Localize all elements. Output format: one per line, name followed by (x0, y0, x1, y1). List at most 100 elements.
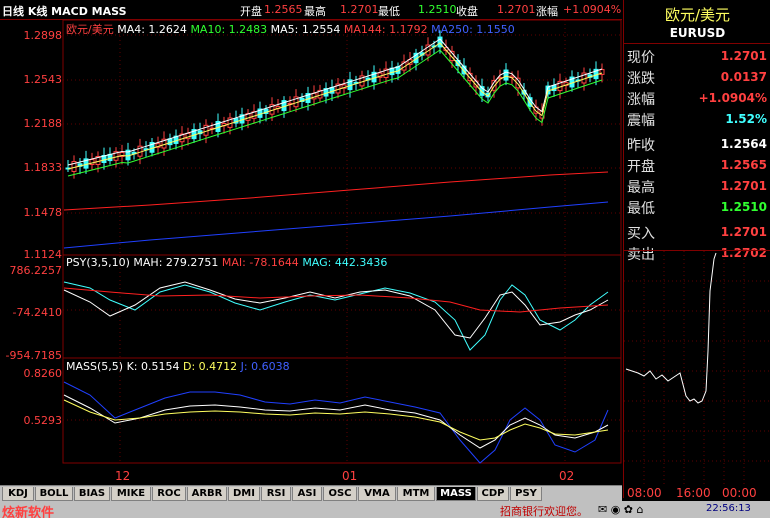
tray-icons: ✉ ◉ ✿ ⌂ (598, 503, 644, 516)
tab-mtm[interactable]: MTM (397, 487, 435, 501)
sidebar-row: 开盘 1.2565 (624, 154, 770, 175)
close-label: 收盘 (456, 5, 478, 18)
tab-asi[interactable]: ASI (292, 487, 322, 501)
status-bar: 炫新软件 招商银行欢迎您。 ✉ ◉ ✿ ⌂ 22:56:13 (0, 501, 770, 518)
tab-kdj[interactable]: KDJ (2, 487, 34, 501)
candle-body (329, 87, 335, 94)
price-tick-5: 1.1124 (23, 248, 63, 261)
open-value: 1.2565 (264, 3, 303, 16)
tab-arbr[interactable]: ARBR (187, 487, 227, 501)
time-label-1: 16:00 (676, 486, 711, 500)
close-value: 1.2701 (497, 3, 536, 16)
tab-psy[interactable]: PSY (510, 487, 542, 501)
tab-roc[interactable]: ROC (152, 487, 186, 501)
price-tick-2: 1.2188 (23, 117, 63, 130)
candlesticks (65, 30, 605, 179)
ma5-legend: MA5: 1.2554 (270, 23, 341, 36)
time-label-0: 08:00 (627, 486, 662, 500)
sidebar-row: 买入 1.2701 (624, 221, 770, 242)
sidebar-row-label: 现价 (627, 50, 655, 66)
intraday-line (625, 252, 717, 404)
psy-mai: MAI: -78.1644 (221, 256, 299, 269)
ma10-line (67, 49, 603, 177)
ma250-line (63, 201, 609, 249)
brand-logo: 炫新软件 (2, 506, 55, 518)
mass-panel-frame (62, 357, 622, 464)
sidebar-row: 昨收 1.2564 (624, 133, 770, 154)
tab-mike[interactable]: MIKE (111, 487, 151, 501)
x-label-jan: 01 (342, 469, 358, 483)
tab-cdp[interactable]: CDP (477, 487, 509, 501)
sidebar-row-value: 1.2510 (720, 200, 767, 214)
tab-dmi[interactable]: DMI (228, 487, 260, 501)
tab-vma[interactable]: VMA (358, 487, 396, 501)
sidebar-row: 涨幅 +1.0904% (624, 87, 770, 108)
psy-tick-1: -74.2410 (12, 306, 62, 319)
x-label-dec: 12 (115, 469, 131, 483)
sidebar-row-value: 1.2701 (720, 179, 767, 193)
sidebar-row-label: 最高 (627, 180, 655, 196)
sidebar-row-label: 涨跌 (627, 71, 655, 87)
indicator-tabs: KDJ BOLL BIAS MIKE ROC ARBR DMI RSI ASI OSC VMA MTM… (0, 485, 622, 501)
sidebar-code: EURUSD (669, 26, 726, 40)
sidebar-title: 欧元/美元 (664, 6, 731, 24)
sidebar-row: 震幅 1.52% (624, 108, 770, 129)
psy-mag: MAG: 442.3436 (302, 256, 388, 269)
price-panel-frame (62, 20, 622, 256)
tab-rsi[interactable]: RSI (261, 487, 291, 501)
marquee-text: 招商银行欢迎您。 (500, 505, 588, 518)
time-label-2: 00:00 (722, 486, 757, 500)
price-tick-1: 1.2543 (23, 73, 63, 86)
sidebar-row: 最高 1.2701 (624, 175, 770, 196)
price-tick-3: 1.1833 (23, 161, 63, 174)
mass-legend: MASS(5,5) K: 0.5154 D: 0.4712 J: 0.6038 (66, 360, 290, 373)
sidebar-row: 最低 1.2510 (624, 196, 770, 217)
sidebar-row-label: 涨幅 (627, 92, 655, 108)
tab-bias[interactable]: BIAS (74, 487, 110, 501)
open-label: 开盘 (240, 5, 262, 18)
tab-mass[interactable]: MASS (436, 487, 476, 501)
chart-header: 日线 K线 MACD MASS 开盘 1.2565 最高 1.2701 最低 1… (0, 0, 622, 20)
sidebar-row-value: 1.52% (725, 112, 767, 126)
psy-tick-0: 786.2257 (9, 264, 63, 277)
mass-j: J: 0.6038 (240, 360, 290, 373)
psy-title: PSY(3,5,10) (66, 256, 130, 269)
sidebar-row: 涨跌 0.0137 (624, 66, 770, 87)
mass-j-line (63, 381, 609, 464)
psy-panel-frame (62, 254, 622, 359)
price-tick-0: 1.2898 (23, 29, 63, 42)
sidebar-row-label: 最低 (627, 201, 655, 217)
low-label: 最低 (378, 5, 400, 18)
price-tick-4: 1.1478 (23, 206, 63, 219)
mass-tick-0: 0.8260 (23, 367, 63, 380)
sidebar-row-value: 1.2565 (720, 158, 767, 172)
high-label: 最高 (304, 5, 326, 18)
sidebar-row-label: 昨收 (627, 138, 655, 154)
ma4-legend: MA4: 1.2624 (117, 23, 187, 36)
psy-legend: PSY(3,5,10) MAH: 279.2751 MAI: -78.1644 … (66, 256, 387, 269)
sidebar-row-label: 开盘 (627, 159, 655, 175)
chart-title: 日线 K线 MACD MASS (2, 5, 127, 18)
ma144-line (63, 171, 609, 211)
sidebar-row-value: 1.2701 (720, 49, 767, 63)
sidebar-row-label: 买入 (627, 226, 655, 242)
chart-canvas[interactable] (0, 20, 622, 485)
ma144-legend: MA144: 1.1792 (343, 23, 428, 36)
change-label: 涨幅 (536, 5, 558, 18)
mass-tick-1: 0.5293 (23, 414, 63, 427)
ma5-line (67, 42, 603, 170)
quote-sidebar: 欧元/美元 EURUSD 现价 1.2701 涨跌 0.0137 涨幅 +1.0904% 震… (623, 0, 770, 500)
sidebar-row-label: 震幅 (627, 113, 655, 129)
psy-mag-line (63, 281, 609, 351)
ma10-legend: MA10: 1.2483 (190, 23, 268, 36)
price-legend: 欧元/美元 MA4: 1.2624 MA10: 1.2483 MA5: 1.25… (66, 21, 515, 37)
clock: 22:56:13 (706, 503, 751, 514)
psy-mah: MAH: 279.2751 (133, 256, 219, 269)
intraday-chart[interactable] (624, 251, 770, 484)
tab-osc[interactable]: OSC (323, 487, 357, 501)
mass-k: K: 0.5154 (126, 360, 180, 373)
tab-boll[interactable]: BOLL (35, 487, 73, 501)
sidebar-row-value: 1.2701 (720, 225, 767, 239)
high-value: 1.2701 (340, 3, 379, 16)
ma4-line (67, 38, 603, 166)
